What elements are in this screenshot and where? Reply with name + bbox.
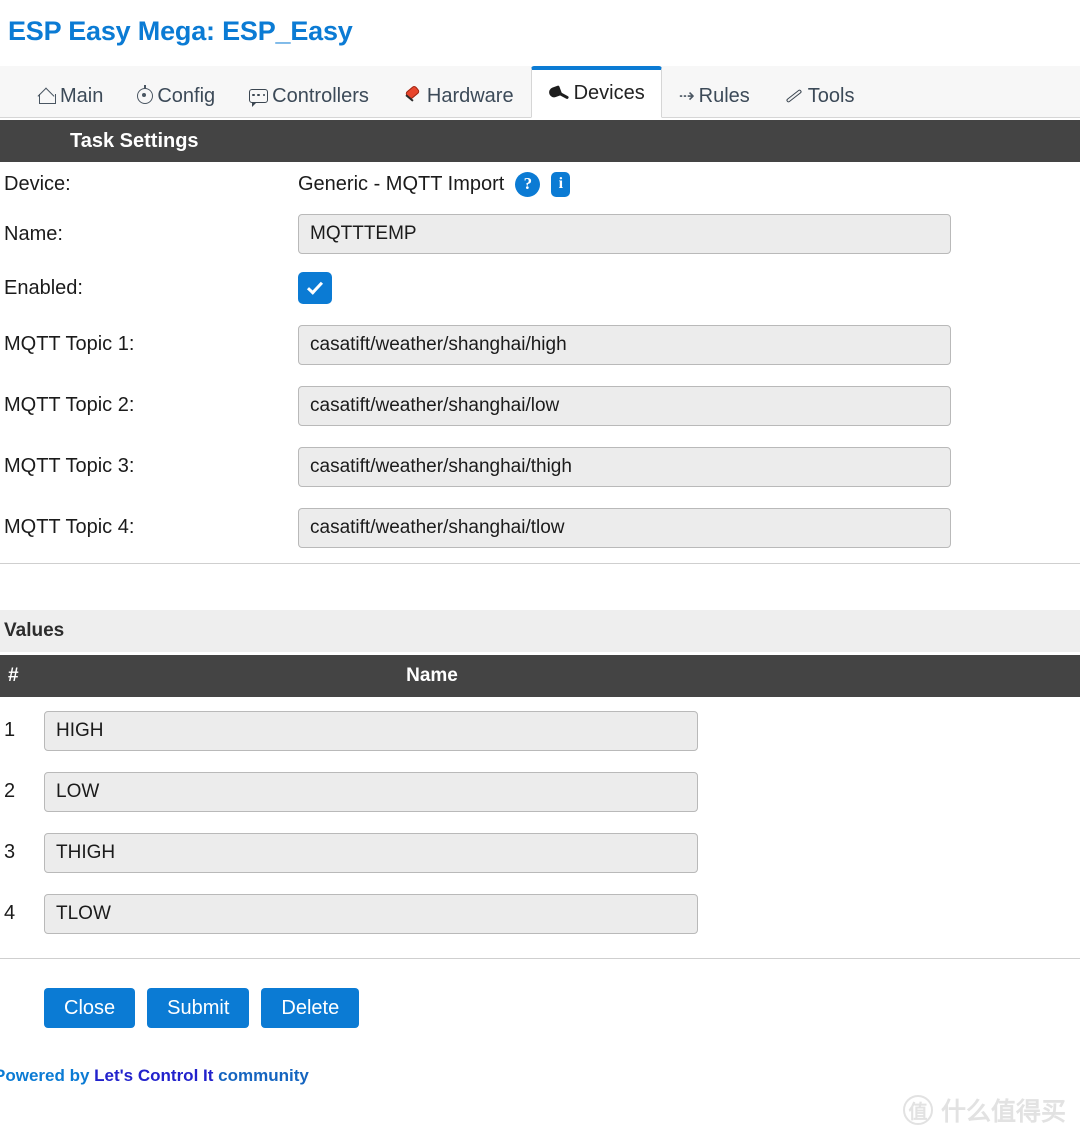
device-label: Device: bbox=[4, 172, 71, 195]
tab-rules-label: Rules bbox=[698, 84, 750, 107]
row-index: 1 bbox=[4, 719, 16, 741]
values-table-header: # Name bbox=[0, 655, 1080, 697]
name-row: Name: bbox=[0, 206, 1080, 262]
tab-tools[interactable]: Tools bbox=[767, 75, 872, 117]
footer-brand-link[interactable]: Let's Control It bbox=[94, 1066, 213, 1085]
tab-rules[interactable]: ⇢ Rules bbox=[662, 75, 767, 117]
main-navigation: Main Config Controllers Hardware Devices bbox=[0, 66, 1080, 118]
mqtt-topic-2-input[interactable] bbox=[298, 385, 951, 426]
mqtt-topic-3-row: MQTT Topic 3: bbox=[0, 436, 1080, 497]
enabled-checkbox[interactable] bbox=[298, 272, 332, 304]
task-settings-form: Device: Generic - MQTT Import ? i Name: … bbox=[0, 162, 1080, 558]
arrow-icon: ⇢ bbox=[678, 85, 695, 107]
mqtt-topic-4-label: MQTT Topic 4: bbox=[4, 516, 135, 538]
device-value: Generic - MQTT Import bbox=[298, 172, 505, 195]
wrench-icon bbox=[784, 87, 804, 105]
tab-config-label: Config bbox=[157, 84, 216, 107]
info-icon[interactable]: i bbox=[551, 171, 571, 197]
tab-devices-label: Devices bbox=[573, 82, 645, 104]
delete-button[interactable]: Delete bbox=[261, 988, 360, 1028]
gear-icon bbox=[137, 85, 154, 104]
mqtt-topic-4-row: MQTT Topic 4: bbox=[0, 497, 1080, 558]
value-name-input-2[interactable] bbox=[44, 771, 698, 812]
task-settings-title: Task Settings bbox=[70, 129, 199, 152]
mqtt-topic-2-row: MQTT Topic 2: bbox=[0, 375, 1080, 436]
watermark-logo-icon: 值 bbox=[902, 1095, 933, 1125]
mqtt-topic-1-input[interactable] bbox=[298, 324, 951, 365]
chat-icon bbox=[249, 89, 269, 107]
tab-hardware[interactable]: Hardware bbox=[386, 75, 531, 117]
name-input[interactable] bbox=[298, 214, 951, 254]
mqtt-topic-1-label: MQTT Topic 1: bbox=[4, 333, 135, 355]
values-table-body: 1 2 3 4 bbox=[0, 700, 1080, 944]
check-icon bbox=[306, 278, 324, 295]
value-name-input-4[interactable] bbox=[44, 893, 698, 934]
tab-hardware-label: Hardware bbox=[426, 84, 514, 107]
values-section-header: Values bbox=[0, 610, 1080, 652]
submit-button[interactable]: Submit bbox=[147, 988, 250, 1028]
help-icon[interactable]: ? bbox=[515, 171, 541, 197]
column-header-number: # bbox=[8, 665, 19, 686]
column-header-name: Name bbox=[406, 665, 458, 686]
divider-above-buttons bbox=[0, 958, 1080, 959]
mqtt-topic-1-row: MQTT Topic 1: bbox=[0, 314, 1080, 375]
mqtt-topic-2-label: MQTT Topic 2: bbox=[4, 394, 135, 416]
table-row: 3 bbox=[0, 822, 1080, 883]
close-button[interactable]: Close bbox=[44, 988, 136, 1028]
tab-config[interactable]: Config bbox=[120, 75, 232, 117]
tab-controllers[interactable]: Controllers bbox=[232, 75, 386, 117]
enabled-row: Enabled: bbox=[0, 262, 1080, 314]
value-name-input-1[interactable] bbox=[44, 710, 698, 751]
table-row: 4 bbox=[0, 883, 1080, 944]
row-index: 2 bbox=[4, 780, 16, 802]
device-value-group: Generic - MQTT Import ? i bbox=[298, 171, 571, 197]
tab-main[interactable]: Main bbox=[22, 75, 120, 117]
mqtt-topic-3-input[interactable] bbox=[298, 446, 951, 487]
enabled-label: Enabled: bbox=[4, 276, 83, 299]
watermark: 值 什么值得买 bbox=[902, 1092, 1066, 1128]
table-row: 1 bbox=[0, 700, 1080, 761]
watermark-text: 什么值得买 bbox=[940, 1097, 1066, 1126]
row-index: 4 bbox=[4, 902, 16, 924]
task-settings-header: Task Settings bbox=[0, 120, 1080, 162]
page-root: ESP Easy Mega: ESP_Easy Main Config Cont… bbox=[0, 0, 1080, 1137]
value-name-input-3[interactable] bbox=[44, 832, 698, 873]
tab-devices[interactable]: Devices bbox=[530, 66, 662, 118]
tab-tools-label: Tools bbox=[807, 84, 855, 107]
plug-icon bbox=[547, 84, 570, 103]
row-index: 3 bbox=[4, 841, 16, 863]
footer-prefix: Powered by bbox=[0, 1066, 95, 1085]
divider-above-values bbox=[0, 563, 1080, 564]
table-row: 2 bbox=[0, 761, 1080, 822]
tab-main-label: Main bbox=[60, 84, 104, 107]
values-section-title: Values bbox=[4, 620, 65, 641]
home-icon bbox=[39, 89, 56, 104]
tab-controllers-label: Controllers bbox=[272, 84, 369, 107]
mqtt-topic-3-label: MQTT Topic 3: bbox=[4, 455, 135, 477]
mqtt-topic-4-input[interactable] bbox=[298, 507, 951, 548]
page-title: ESP Easy Mega: ESP_Easy bbox=[8, 16, 353, 46]
form-actions: Close Submit Delete bbox=[0, 988, 1080, 1028]
pushpin-icon bbox=[403, 84, 423, 106]
footer-credit: Powered by Let's Control It community bbox=[0, 1066, 309, 1086]
device-row: Device: Generic - MQTT Import ? i bbox=[0, 162, 1080, 206]
name-label: Name: bbox=[4, 222, 63, 245]
footer-suffix: community bbox=[213, 1066, 309, 1085]
